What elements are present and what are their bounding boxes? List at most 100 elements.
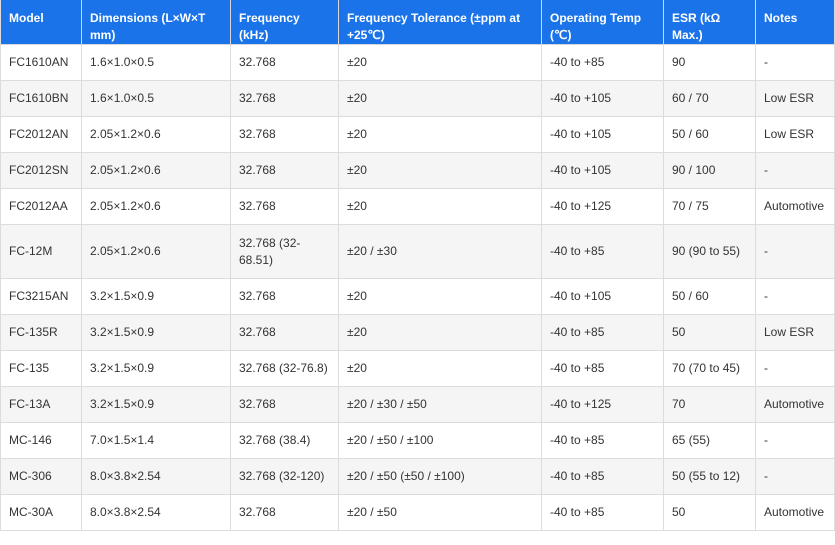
cell-notes: Low ESR bbox=[755, 80, 835, 117]
table-row: FC-13A 3.2×1.5×0.9 32.768 ±20 / ±30 / ±5… bbox=[0, 386, 835, 423]
cell-model: FC-135R bbox=[0, 314, 82, 351]
table-row: FC2012AA 2.05×1.2×0.6 32.768 ±20 -40 to … bbox=[0, 188, 835, 225]
cell-dimensions: 3.2×1.5×0.9 bbox=[81, 314, 231, 351]
table-row: FC1610AN 1.6×1.0×0.5 32.768 ±20 -40 to +… bbox=[0, 44, 835, 81]
table-header-row: Model Dimensions (L×W×T mm) Frequency (k… bbox=[0, 0, 835, 45]
cell-tolerance: ±20 bbox=[338, 44, 542, 81]
cell-temp: -40 to +85 bbox=[541, 224, 664, 279]
table-row: MC-30A 8.0×3.8×2.54 32.768 ±20 / ±50 -40… bbox=[0, 494, 835, 531]
cell-tolerance: ±20 / ±30 bbox=[338, 224, 542, 279]
cell-notes: - bbox=[755, 152, 835, 189]
cell-esr: 50 (55 to 12) bbox=[663, 458, 756, 495]
header-dimensions: Dimensions (L×W×T mm) bbox=[81, 0, 231, 45]
cell-temp: -40 to +85 bbox=[541, 314, 664, 351]
cell-frequency: 32.768 bbox=[230, 386, 339, 423]
cell-model: FC1610BN bbox=[0, 80, 82, 117]
cell-dimensions: 2.05×1.2×0.6 bbox=[81, 224, 231, 279]
cell-model: FC2012AN bbox=[0, 116, 82, 153]
cell-frequency: 32.768 bbox=[230, 152, 339, 189]
cell-notes: - bbox=[755, 224, 835, 279]
cell-esr: 50 / 60 bbox=[663, 116, 756, 153]
cell-esr: 65 (55) bbox=[663, 422, 756, 459]
cell-tolerance: ±20 / ±30 / ±50 bbox=[338, 386, 542, 423]
cell-dimensions: 2.05×1.2×0.6 bbox=[81, 188, 231, 225]
cell-dimensions: 8.0×3.8×2.54 bbox=[81, 458, 231, 495]
cell-temp: -40 to +85 bbox=[541, 458, 664, 495]
cell-tolerance: ±20 bbox=[338, 80, 542, 117]
cell-dimensions: 8.0×3.8×2.54 bbox=[81, 494, 231, 531]
cell-notes: - bbox=[755, 458, 835, 495]
cell-temp: -40 to +125 bbox=[541, 386, 664, 423]
header-frequency-tolerance: Frequency Tolerance (±ppm at +25℃) bbox=[338, 0, 542, 45]
cell-model: FC1610AN bbox=[0, 44, 82, 81]
cell-temp: -40 to +85 bbox=[541, 422, 664, 459]
cell-tolerance: ±20 bbox=[338, 152, 542, 189]
table-row: FC1610BN 1.6×1.0×0.5 32.768 ±20 -40 to +… bbox=[0, 80, 835, 117]
cell-frequency: 32.768 bbox=[230, 116, 339, 153]
cell-model: MC-146 bbox=[0, 422, 82, 459]
header-model: Model bbox=[0, 0, 82, 45]
cell-esr: 50 bbox=[663, 494, 756, 531]
cell-temp: -40 to +85 bbox=[541, 350, 664, 387]
table-row: MC-306 8.0×3.8×2.54 32.768 (32-120) ±20 … bbox=[0, 458, 835, 495]
cell-frequency: 32.768 (32-120) bbox=[230, 458, 339, 495]
cell-tolerance: ±20 bbox=[338, 188, 542, 225]
header-operating-temp: Operating Temp (℃) bbox=[541, 0, 664, 45]
cell-esr: 90 bbox=[663, 44, 756, 81]
cell-esr: 50 / 60 bbox=[663, 278, 756, 315]
cell-esr: 90 (90 to 55) bbox=[663, 224, 756, 279]
cell-notes: Automotive bbox=[755, 386, 835, 423]
cell-model: MC-306 bbox=[0, 458, 82, 495]
table-row: FC-135R 3.2×1.5×0.9 32.768 ±20 -40 to +8… bbox=[0, 314, 835, 351]
cell-model: FC3215AN bbox=[0, 278, 82, 315]
table-row: FC2012SN 2.05×1.2×0.6 32.768 ±20 -40 to … bbox=[0, 152, 835, 189]
cell-temp: -40 to +85 bbox=[541, 494, 664, 531]
cell-model: FC2012AA bbox=[0, 188, 82, 225]
cell-frequency: 32.768 bbox=[230, 278, 339, 315]
cell-dimensions: 1.6×1.0×0.5 bbox=[81, 44, 231, 81]
cell-tolerance: ±20 / ±50 bbox=[338, 494, 542, 531]
cell-tolerance: ±20 bbox=[338, 278, 542, 315]
cell-dimensions: 3.2×1.5×0.9 bbox=[81, 350, 231, 387]
cell-frequency: 32.768 (32-68.51) bbox=[230, 224, 339, 279]
cell-esr: 50 bbox=[663, 314, 756, 351]
cell-dimensions: 1.6×1.0×0.5 bbox=[81, 80, 231, 117]
cell-notes: Automotive bbox=[755, 494, 835, 531]
cell-dimensions: 3.2×1.5×0.9 bbox=[81, 278, 231, 315]
cell-frequency: 32.768 (32-76.8) bbox=[230, 350, 339, 387]
cell-notes: Automotive bbox=[755, 188, 835, 225]
cell-notes: - bbox=[755, 350, 835, 387]
header-esr: ESR (kΩ Max.) bbox=[663, 0, 756, 45]
cell-esr: 90 / 100 bbox=[663, 152, 756, 189]
cell-esr: 70 bbox=[663, 386, 756, 423]
cell-temp: -40 to +105 bbox=[541, 152, 664, 189]
cell-temp: -40 to +125 bbox=[541, 188, 664, 225]
cell-tolerance: ±20 bbox=[338, 116, 542, 153]
header-notes: Notes bbox=[755, 0, 835, 45]
table-row: FC2012AN 2.05×1.2×0.6 32.768 ±20 -40 to … bbox=[0, 116, 835, 153]
cell-esr: 70 / 75 bbox=[663, 188, 756, 225]
cell-frequency: 32.768 bbox=[230, 494, 339, 531]
cell-notes: Low ESR bbox=[755, 116, 835, 153]
table-row: MC-146 7.0×1.5×1.4 32.768 (38.4) ±20 / ±… bbox=[0, 422, 835, 459]
table-row: FC3215AN 3.2×1.5×0.9 32.768 ±20 -40 to +… bbox=[0, 278, 835, 315]
cell-model: FC2012SN bbox=[0, 152, 82, 189]
cell-model: FC-13A bbox=[0, 386, 82, 423]
cell-frequency: 32.768 bbox=[230, 188, 339, 225]
cell-frequency: 32.768 bbox=[230, 80, 339, 117]
cell-notes: - bbox=[755, 278, 835, 315]
cell-esr: 70 (70 to 45) bbox=[663, 350, 756, 387]
cell-temp: -40 to +105 bbox=[541, 116, 664, 153]
cell-frequency: 32.768 bbox=[230, 314, 339, 351]
cell-model: MC-30A bbox=[0, 494, 82, 531]
cell-model: FC-135 bbox=[0, 350, 82, 387]
cell-tolerance: ±20 bbox=[338, 314, 542, 351]
cell-model: FC-12M bbox=[0, 224, 82, 279]
cell-frequency: 32.768 bbox=[230, 44, 339, 81]
cell-tolerance: ±20 bbox=[338, 350, 542, 387]
cell-notes: Low ESR bbox=[755, 314, 835, 351]
cell-dimensions: 2.05×1.2×0.6 bbox=[81, 116, 231, 153]
cell-dimensions: 7.0×1.5×1.4 bbox=[81, 422, 231, 459]
cell-notes: - bbox=[755, 422, 835, 459]
cell-tolerance: ±20 / ±50 / ±100 bbox=[338, 422, 542, 459]
